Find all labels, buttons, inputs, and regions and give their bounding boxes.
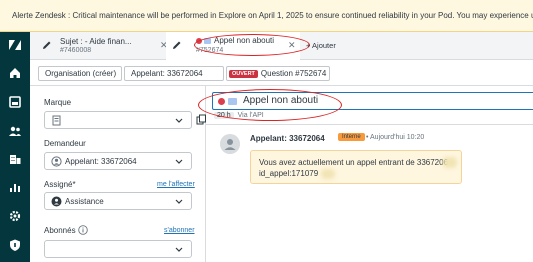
chevron-down-icon: [175, 159, 183, 164]
ticket-edit-icon: [173, 41, 181, 49]
ticket-edit-icon: [43, 41, 51, 49]
comment-time: • Aujourd'hui 10:20: [366, 134, 425, 141]
tab-title: Sujet : - Aide finan...: [60, 37, 132, 46]
assign-to-me-link[interactable]: me l'affecter: [157, 181, 195, 188]
divider: [206, 124, 533, 125]
breadcrumb-ticket-label: Question #752674: [260, 69, 327, 78]
tab-ticket-aide[interactable]: Sujet : - Aide finan... #7460008 ✕: [40, 32, 168, 60]
chevron-down-icon: [175, 199, 183, 204]
group-icon: [51, 196, 62, 207]
user-icon: [51, 156, 62, 167]
alert-text: Alerte Zendesk : Critical maintenance wi…: [12, 11, 533, 20]
assigne-value: Assistance: [65, 197, 104, 206]
internal-note: Vous avez actuellement un appel entrant …: [250, 150, 462, 184]
info-icon[interactable]: [78, 225, 88, 235]
abonnes-label: Abonnés: [44, 226, 76, 235]
shield-icon[interactable]: [8, 238, 22, 252]
maintenance-alert: Alerte Zendesk : Critical maintenance wi…: [0, 0, 533, 32]
annotation-oval: [194, 34, 310, 56]
subscribe-link[interactable]: s'abonner: [164, 227, 195, 234]
annotation-oval: [198, 89, 342, 121]
admin-gear-icon[interactable]: [8, 209, 22, 223]
chevron-down-icon: [175, 247, 183, 252]
note-line-1: Vous avez actuellement un appel entrant …: [259, 158, 449, 167]
organizations-icon[interactable]: [8, 152, 22, 166]
breadcrumb-ticket[interactable]: OUVERT Question #752674: [226, 66, 330, 81]
abonnes-select[interactable]: [44, 240, 192, 258]
home-icon[interactable]: [8, 66, 22, 80]
brand-icon: [52, 115, 61, 126]
tab-ticket-number: #7460008: [60, 47, 92, 54]
status-badge: OUVERT: [229, 70, 258, 78]
comment-timestamp: Aujourd'hui 10:20: [370, 134, 425, 141]
demandeur-select[interactable]: Appelant: 33672064: [44, 152, 192, 170]
add-tab-button[interactable]: + Ajouter: [306, 41, 336, 50]
marque-label: Marque: [44, 98, 72, 107]
demandeur-value: Appelant: 33672064: [65, 157, 137, 166]
views-icon[interactable]: [8, 95, 22, 109]
tab-bar: Sujet : - Aide finan... #7460008 ✕ Appel…: [30, 32, 533, 60]
ticket-properties-sidebar: Marque Demandeur Appelant: 33672064 Assi…: [30, 86, 206, 262]
demandeur-label: Demandeur: [44, 139, 86, 148]
reporting-icon[interactable]: [8, 180, 22, 194]
customers-icon[interactable]: [8, 124, 22, 138]
breadcrumb: Organisation (créer) Appelant: 33672064 …: [30, 60, 533, 86]
breadcrumb-requester[interactable]: Appelant: 33672064: [124, 66, 224, 81]
breadcrumb-organisation[interactable]: Organisation (créer): [38, 66, 122, 81]
note-line-2: id_appel:171079: [259, 169, 319, 178]
product-rail: [0, 32, 30, 262]
redaction-blur: [443, 157, 457, 168]
redaction-blur: [321, 169, 335, 179]
avatar: [220, 134, 240, 154]
assigne-label: Assigné*: [44, 180, 76, 189]
chevron-down-icon: [175, 118, 183, 123]
marque-select[interactable]: [44, 111, 192, 129]
assigne-select[interactable]: Assistance: [44, 192, 192, 210]
comment-author[interactable]: Appelant: 33672064: [250, 134, 325, 143]
zendesk-logo-icon[interactable]: [8, 38, 22, 52]
internal-badge: Interne: [338, 133, 365, 141]
